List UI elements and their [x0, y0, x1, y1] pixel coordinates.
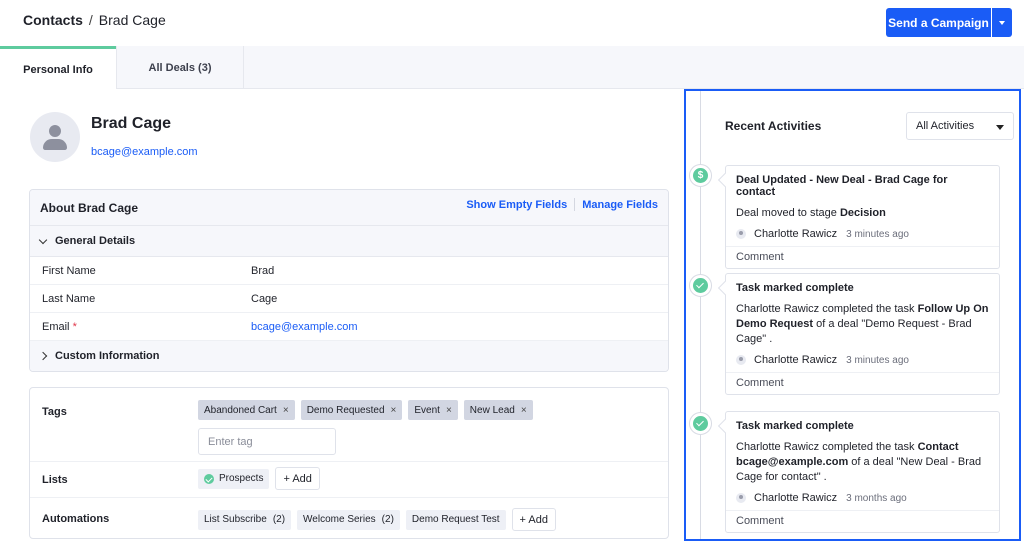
- recent-activities-panel: Recent Activities All Activities $ Deal …: [684, 89, 1021, 541]
- activity-title: Deal Updated - New Deal - Brad Cage for …: [736, 174, 948, 198]
- timeline-marker: [689, 274, 712, 297]
- about-header: About Brad Cage Show Empty Fields Manage…: [30, 190, 668, 226]
- person-icon: [49, 125, 61, 137]
- field-label: Last Name: [42, 293, 96, 305]
- breadcrumb-contacts-link[interactable]: Contacts: [23, 12, 83, 28]
- activity-user: Charlotte Rawicz: [754, 492, 838, 504]
- remove-tag-icon[interactable]: ×: [446, 405, 452, 416]
- tag-input[interactable]: [198, 428, 336, 455]
- automation-chip[interactable]: Demo Request Test: [405, 509, 506, 530]
- tags-label: Tags: [42, 406, 67, 418]
- tags-row: Tags Abandoned Cart × Demo Requested × Eve…: [30, 388, 668, 462]
- field-value-first-name[interactable]: Brad: [251, 265, 274, 277]
- tag-chip: Event ×: [408, 400, 458, 420]
- custom-information-toggle[interactable]: Custom Information: [30, 341, 668, 371]
- field-value-email[interactable]: bcage@example.com: [251, 321, 358, 333]
- general-details-label: General Details: [55, 235, 136, 247]
- tab-all-deals[interactable]: All Deals (3): [116, 46, 244, 89]
- field-row-first-name: First Name Brad: [30, 257, 668, 285]
- tag-list: Abandoned Cart × Demo Requested × Event × N…: [198, 400, 533, 420]
- tab-personal-info[interactable]: Personal Info: [0, 46, 116, 90]
- manage-fields-link[interactable]: Manage Fields: [582, 199, 658, 211]
- avatar: [30, 112, 80, 162]
- breadcrumb-separator: /: [88, 12, 93, 28]
- automation-chip[interactable]: Welcome Series (2): [297, 509, 400, 530]
- user-avatar-icon: [736, 229, 746, 239]
- user-avatar-icon: [736, 355, 746, 365]
- check-circle-icon: [204, 473, 214, 484]
- activity-card: Task marked complete Charlotte Rawicz co…: [725, 273, 1000, 395]
- recent-activities-title: Recent Activities: [725, 119, 822, 133]
- automations-label: Automations: [42, 513, 110, 525]
- breadcrumb: Contacts / Brad Cage: [23, 12, 166, 28]
- tag-chip: Abandoned Cart ×: [198, 400, 295, 420]
- contact-name: Brad Cage: [91, 115, 172, 132]
- activity-title: Task marked complete: [736, 420, 854, 432]
- activity-body: Charlotte Rawicz completed the task Foll…: [736, 303, 989, 345]
- breadcrumb-current: Brad Cage: [98, 12, 166, 28]
- activity-card: Deal Updated - New Deal - Brad Cage for …: [725, 165, 1000, 269]
- send-campaign-button[interactable]: Send a Campaign: [886, 8, 991, 37]
- activity-time: 3 months ago: [846, 492, 907, 504]
- list-chip[interactable]: Prospects: [198, 468, 270, 489]
- activity-time: 3 minutes ago: [846, 354, 909, 366]
- caret-down-icon: [996, 125, 1004, 130]
- general-details-toggle[interactable]: General Details: [30, 226, 668, 257]
- activity-title: Task marked complete: [736, 282, 854, 294]
- comment-button[interactable]: Comment: [726, 510, 999, 532]
- top-bar: Contacts / Brad Cage Send a Campaign: [0, 0, 1024, 46]
- add-automation-button[interactable]: + Add: [511, 508, 556, 531]
- required-indicator: *: [72, 321, 77, 333]
- custom-information-label: Custom Information: [55, 350, 160, 362]
- automation-chip[interactable]: List Subscribe (2): [198, 509, 292, 530]
- automations-row: Automations List Subscribe (2) Welcome Se…: [30, 498, 668, 540]
- check-icon: [693, 416, 708, 431]
- activity-body: Deal moved to stage Decision: [736, 207, 886, 219]
- user-avatar-icon: [736, 493, 746, 503]
- activity-time: 3 minutes ago: [846, 228, 909, 240]
- remove-tag-icon[interactable]: ×: [391, 405, 397, 416]
- send-campaign-dropdown-button[interactable]: [992, 8, 1012, 37]
- tag-chip: New Lead ×: [463, 400, 533, 420]
- activity-body: Charlotte Rawicz completed the task Cont…: [736, 441, 982, 483]
- lists-label: Lists: [42, 474, 68, 486]
- chevron-down-icon: [38, 235, 48, 244]
- add-list-button[interactable]: + Add: [275, 467, 320, 490]
- remove-tag-icon[interactable]: ×: [521, 405, 527, 416]
- timeline-marker: [689, 412, 712, 435]
- field-row-email: Email * bcage@example.com: [30, 313, 668, 341]
- field-label: First Name: [42, 265, 96, 277]
- timeline-line: [700, 91, 701, 539]
- tag-chip: Demo Requested ×: [300, 400, 403, 420]
- caret-down-icon: [999, 20, 1005, 25]
- lists-row: Lists Prospects + Add: [30, 462, 668, 498]
- check-icon: [693, 278, 708, 293]
- dollar-icon: $: [693, 168, 708, 183]
- tab-bar: Personal Info All Deals (3): [0, 46, 1024, 90]
- activity-user: Charlotte Rawicz: [754, 354, 838, 366]
- chevron-right-icon: [38, 351, 48, 361]
- contact-meta-panel: Tags Abandoned Cart × Demo Requested × Eve…: [29, 387, 669, 539]
- field-label: Email: [42, 321, 70, 333]
- contact-email-link[interactable]: bcage@example.com: [91, 146, 198, 158]
- remove-tag-icon[interactable]: ×: [283, 405, 289, 416]
- field-value-last-name[interactable]: Cage: [251, 293, 277, 305]
- about-title: About Brad Cage: [40, 201, 139, 215]
- activities-filter-select[interactable]: All Activities: [906, 112, 1014, 140]
- timeline-marker: $: [689, 164, 712, 187]
- activity-card: Task marked complete Charlotte Rawicz co…: [725, 411, 1000, 533]
- about-panel: About Brad Cage Show Empty Fields Manage…: [29, 189, 669, 372]
- activity-user: Charlotte Rawicz: [754, 228, 838, 240]
- show-empty-fields-link[interactable]: Show Empty Fields: [466, 199, 567, 211]
- divider: [574, 198, 576, 211]
- comment-button[interactable]: Comment: [726, 372, 999, 394]
- comment-button[interactable]: Comment: [726, 246, 999, 268]
- field-row-last-name: Last Name Cage: [30, 285, 668, 313]
